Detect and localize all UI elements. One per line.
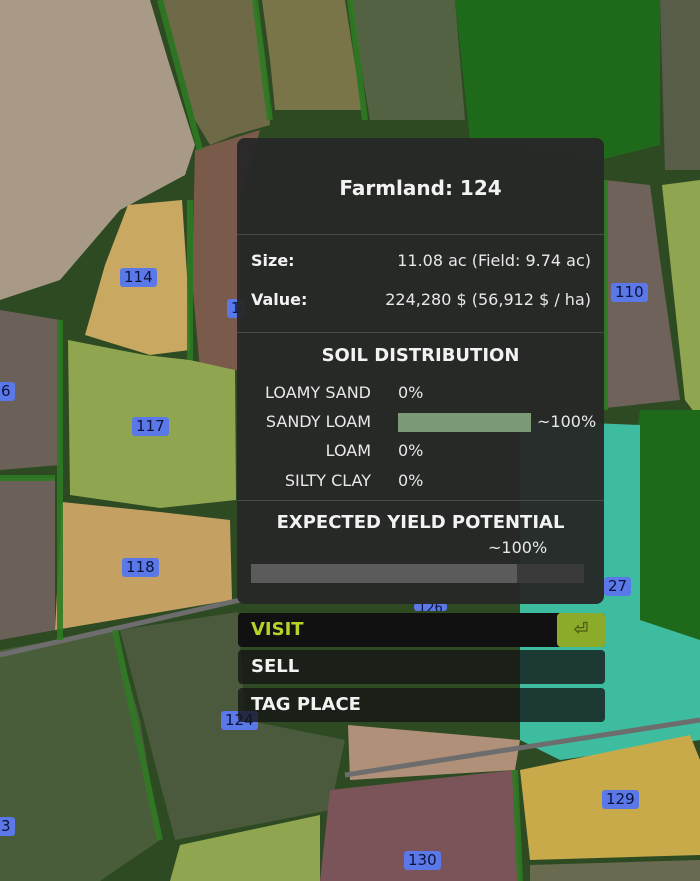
soil-pct-sandy-loam: ~100% [537,412,597,431]
tag-place-button[interactable]: TAG PLACE [238,688,605,722]
soil-distribution-title: SOIL DISTRIBUTION [321,345,520,366]
visit-button[interactable]: VISIT ⏎ [238,613,605,647]
value-value: 224,280 $ (56,912 $ / ha) [385,290,591,309]
sell-label: SELL [251,656,300,677]
farmland-info-panel: Farmland: 124 Size: 11.08 ac (Field: 9.7… [237,138,604,604]
field-top-3[interactable] [262,0,362,110]
field-label-117: 117 [132,417,169,436]
size-value: 11.08 ac (Field: 9.74 ac) [397,251,591,270]
field-label-110: 110 [611,283,648,302]
soil-bar-sandy-loam [398,413,531,432]
enter-key-icon[interactable]: ⏎ [557,613,605,647]
field-label-114: 114 [120,268,157,287]
soil-pct-loam: 0% [398,441,424,460]
field-top-4[interactable] [350,0,465,120]
divider [237,332,604,333]
field-label-126: 126 [414,603,447,611]
yield-bar-track [251,564,584,583]
tag-place-label: TAG PLACE [251,694,361,715]
forest-top [455,0,660,160]
value-label: Value: [251,290,308,309]
size-label: Size: [251,251,295,270]
field-label-left-3: 3 [0,817,15,836]
soil-name-loamy-sand: LOAMY SAND [265,383,371,402]
field-label-left-6: 6 [0,382,15,401]
field-label-130: 130 [404,851,441,870]
soil-name-silty-clay: SILTY CLAY [284,471,371,490]
yield-bar-fill [251,564,518,583]
yield-pct: ~100% [488,538,548,557]
field-top-right[interactable] [660,0,700,170]
divider [237,234,604,235]
soil-pct-silty-clay: 0% [398,471,424,490]
soil-pct-loamy-sand: 0% [398,383,424,402]
field-left-mid[interactable] [0,478,55,640]
sell-button[interactable]: SELL [238,650,605,684]
field-label-129: 129 [602,790,639,809]
yield-potential-title: EXPECTED YIELD POTENTIAL [276,512,565,533]
visit-label: VISIT [251,619,304,640]
panel-title: Farmland: 124 [339,176,502,200]
field-label-118: 118 [122,558,159,577]
divider [237,500,604,501]
field-label-127: 27 [604,577,632,596]
soil-name-sandy-loam: SANDY LOAM [265,412,371,431]
soil-name-loam: LOAM [325,441,371,460]
